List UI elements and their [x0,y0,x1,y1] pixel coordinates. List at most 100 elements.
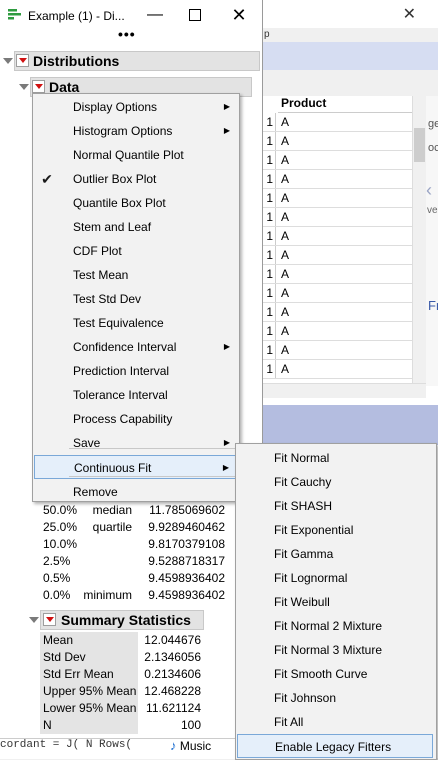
summary-red-triangle-icon[interactable] [43,613,56,626]
fit-menu-item-enable-legacy-fitters[interactable]: Enable Legacy Fitters [237,734,433,758]
menu-item-normal-quantile-plot[interactable]: Normal Quantile Plot [34,143,236,167]
table-row[interactable]: 1A [262,246,412,265]
menu-item-test-std-dev[interactable]: Test Std Dev [34,287,236,311]
table-row[interactable]: 1A [262,341,412,360]
script-editor-line[interactable]: cordant = J( N Rows( [0,738,262,759]
taskbar-music[interactable]: ♪ Music [170,738,211,753]
horizontal-scrollbar[interactable] [262,383,426,398]
menu-item-label: Save [73,436,101,450]
menu-item-save[interactable]: Save ▶ [34,431,236,455]
row-count-cell[interactable]: 1 [262,341,276,359]
menu-item-remove[interactable]: Remove [34,480,236,504]
menu-item-label: Prediction Interval [73,364,170,378]
fit-menu-item-fit-normal-3-mixture[interactable]: Fit Normal 3 Mixture [237,638,433,662]
table-row[interactable]: 1A [262,303,412,322]
quantile-label: quartile [92,520,132,534]
menu-item-display-options[interactable]: Display Options ▶ [34,95,236,119]
fit-menu-item-fit-johnson[interactable]: Fit Johnson [237,686,433,710]
row-count-cell[interactable]: 1 [262,265,276,283]
product-cell[interactable]: A [278,246,415,264]
product-cell[interactable]: A [278,341,415,359]
table-row[interactable]: 1A [262,322,412,341]
menu-item-test-equivalence[interactable]: Test Equivalence [34,311,236,335]
table-row[interactable]: 1A [262,151,412,170]
menu-item-label: Test Mean [73,268,129,282]
collapse-icon[interactable] [19,84,29,90]
product-cell[interactable]: A [278,227,415,245]
row-count-cell[interactable]: 1 [262,227,276,245]
data-table-menu-fragment[interactable]: p [264,29,270,40]
table-row[interactable]: 1A [262,265,412,284]
vertical-scroll-thumb[interactable] [414,128,425,162]
table-row[interactable]: 1A [262,132,412,151]
row-count-cell[interactable]: 1 [262,246,276,264]
menu-item-test-mean[interactable]: Test Mean [34,263,236,287]
row-count-cell[interactable]: 1 [262,170,276,188]
menu-item-process-capability[interactable]: Process Capability [34,407,236,431]
data-red-triangle-icon[interactable] [32,80,45,93]
row-count-cell[interactable]: 1 [262,208,276,226]
quantile-row: 2.5% 9.5288718317 [40,553,230,570]
summary-value: 100 [180,718,201,732]
row-count-cell[interactable]: 1 [262,151,276,169]
data-table-menubar [262,28,438,42]
product-cell[interactable]: A [278,113,415,131]
menu-item-outlier-box-plot[interactable]: ✔ Outlier Box Plot [34,167,236,191]
menu-item-stem-and-leaf[interactable]: Stem and Leaf [34,215,236,239]
table-row[interactable]: 1A [262,360,412,379]
row-count-cell[interactable]: 1 [262,132,276,150]
column-header-product[interactable]: Product [278,96,412,113]
summary-value: 12.468228 [144,684,201,698]
fit-menu-item-fit-lognormal[interactable]: Fit Lognormal [237,566,433,590]
product-cell[interactable]: A [278,170,415,188]
collapse-icon[interactable] [29,617,39,623]
row-count-cell[interactable]: 1 [262,113,276,131]
fit-menu-item-fit-weibull[interactable]: Fit Weibull [237,590,433,614]
menu-item-label: Stem and Leaf [73,220,152,234]
table-row[interactable]: 1A [262,227,412,246]
product-cell[interactable]: A [278,322,415,340]
data-table-footer-band [262,405,438,445]
product-cell[interactable]: A [278,132,415,150]
fit-menu-item-fit-gamma[interactable]: Fit Gamma [237,542,433,566]
row-count-cell[interactable]: 1 [262,189,276,207]
collapse-icon[interactable] [3,58,13,64]
row-count-cell[interactable]: 1 [262,322,276,340]
product-cell[interactable]: A [278,265,415,283]
close-button[interactable]: ✕ [228,4,250,26]
menu-item-prediction-interval[interactable]: Prediction Interval [34,359,236,383]
product-cell[interactable]: A [278,189,415,207]
menu-item-tolerance-interval[interactable]: Tolerance Interval [34,383,236,407]
menu-item-quantile-box-plot[interactable]: Quantile Box Plot [34,191,236,215]
more-options-icon[interactable]: ••• [118,26,136,42]
row-count-cell[interactable]: 1 [262,303,276,321]
table-row[interactable]: 1A [262,189,412,208]
menu-item-histogram-options[interactable]: Histogram Options ▶ [34,119,236,143]
table-row[interactable]: 1A [262,208,412,227]
fit-menu-item-fit-cauchy[interactable]: Fit Cauchy [237,470,433,494]
table-row[interactable]: 1A [262,170,412,189]
data-table-close-button[interactable]: ✕ [403,4,416,24]
fit-menu-item-fit-shash[interactable]: Fit SHASH [237,494,433,518]
maximize-button[interactable] [184,4,206,26]
table-row[interactable]: 1A [262,113,412,132]
fit-menu-item-fit-exponential[interactable]: Fit Exponential [237,518,433,542]
product-cell[interactable]: A [278,303,415,321]
fit-menu-item-fit-smooth-curve[interactable]: Fit Smooth Curve [237,662,433,686]
row-count-cell[interactable]: 1 [262,284,276,302]
fit-menu-item-fit-all[interactable]: Fit All [237,710,433,734]
fit-menu-item-fit-normal[interactable]: Fit Normal [237,446,433,470]
table-row[interactable]: 1A [262,284,412,303]
product-cell[interactable]: A [278,360,415,378]
fit-menu-item-fit-normal-2-mixture[interactable]: Fit Normal 2 Mixture [237,614,433,638]
side-panel-text: ve [427,205,438,216]
chevron-left-icon[interactable]: ‹ [426,180,432,201]
product-cell[interactable]: A [278,151,415,169]
menu-item-cdf-plot[interactable]: CDF Plot [34,239,236,263]
menu-item-confidence-interval[interactable]: Confidence Interval ▶ [34,335,236,359]
row-count-cell[interactable]: 1 [262,360,276,378]
product-cell[interactable]: A [278,208,415,226]
distributions-red-triangle-icon[interactable] [16,54,29,67]
minimize-button[interactable]: — [144,4,166,26]
product-cell[interactable]: A [278,284,415,302]
